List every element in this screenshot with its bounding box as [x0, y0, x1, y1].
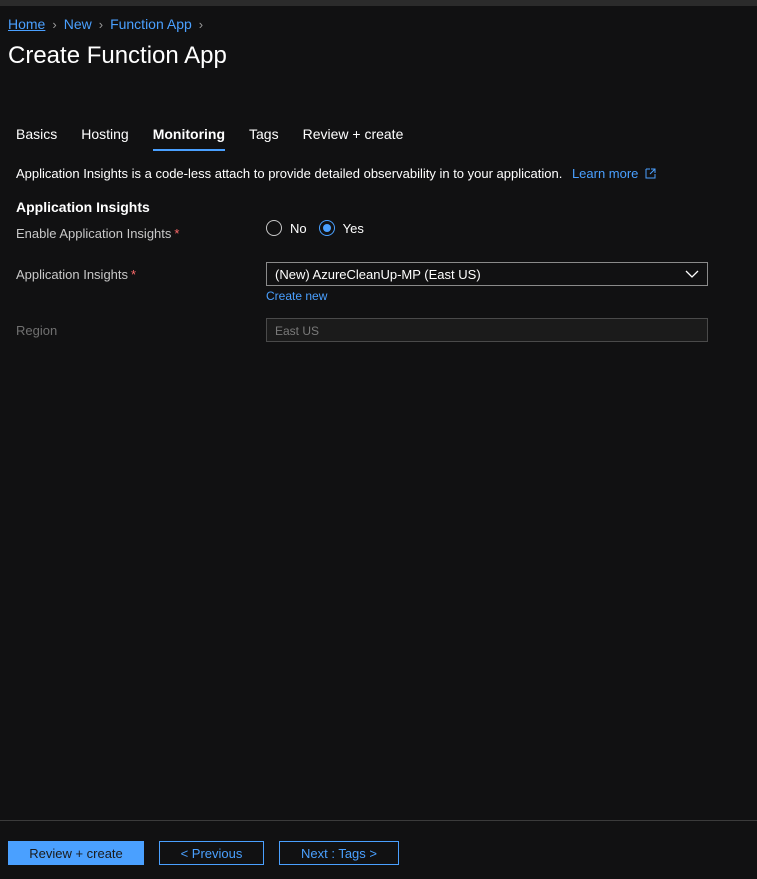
- monitoring-description: Application Insights is a code-less atta…: [16, 166, 656, 181]
- required-marker: *: [131, 267, 137, 282]
- chevron-down-icon: [685, 270, 699, 278]
- tab-basics[interactable]: Basics: [16, 126, 57, 150]
- chevron-right-icon: ›: [198, 16, 204, 32]
- insights-resource-label: Application Insights *: [16, 267, 136, 282]
- breadcrumb: Home › New › Function App ›: [8, 16, 210, 32]
- section-title-application-insights: Application Insights: [16, 199, 150, 215]
- chevron-right-icon: ›: [52, 16, 57, 32]
- page-title: Create Function App: [8, 42, 227, 69]
- portal-top-bar: [0, 0, 757, 6]
- tab-monitoring[interactable]: Monitoring: [152, 126, 226, 151]
- radio-yes-label: Yes: [342, 220, 364, 236]
- breadcrumb-function-app[interactable]: Function App: [110, 16, 192, 32]
- radio-no-label: No: [290, 220, 307, 236]
- region-label: Region: [16, 323, 58, 338]
- learn-more-label: Learn more: [571, 166, 639, 181]
- enable-insights-label: Enable Application Insights *: [16, 226, 179, 241]
- region-field: East US: [266, 318, 708, 342]
- insights-resource-dropdown[interactable]: (New) AzureCleanUp-MP (East US): [266, 262, 708, 286]
- description-text: Application Insights is a code-less atta…: [16, 166, 563, 181]
- learn-more-link[interactable]: Learn more: [572, 166, 656, 181]
- radio-no[interactable]: [266, 220, 282, 236]
- chevron-right-icon: ›: [98, 16, 104, 32]
- enable-insights-label-text: Enable Application Insights: [16, 226, 172, 241]
- tab-hosting[interactable]: Hosting: [81, 126, 128, 150]
- next-tags-button[interactable]: Next : Tags >: [279, 841, 399, 865]
- enable-insights-radio-group: No Yes: [266, 220, 376, 236]
- tab-tags[interactable]: Tags: [249, 126, 279, 150]
- breadcrumb-new[interactable]: New: [64, 16, 92, 32]
- radio-option-yes[interactable]: Yes: [318, 220, 364, 236]
- review-create-button[interactable]: Review + create: [8, 841, 144, 865]
- external-link-icon: [645, 168, 656, 179]
- radio-option-no[interactable]: No: [266, 220, 307, 236]
- required-marker: *: [174, 226, 180, 241]
- previous-button[interactable]: < Previous: [159, 841, 264, 865]
- insights-resource-value: (New) AzureCleanUp-MP (East US): [275, 267, 481, 282]
- create-new-link[interactable]: Create new: [266, 289, 327, 303]
- wizard-tabs: Basics Hosting Monitoring Tags Review + …: [16, 126, 427, 151]
- breadcrumb-home[interactable]: Home: [8, 16, 45, 32]
- tab-review-create[interactable]: Review + create: [303, 126, 404, 150]
- radio-yes[interactable]: [318, 220, 335, 236]
- footer-divider: [0, 820, 757, 821]
- insights-resource-label-text: Application Insights: [16, 267, 129, 282]
